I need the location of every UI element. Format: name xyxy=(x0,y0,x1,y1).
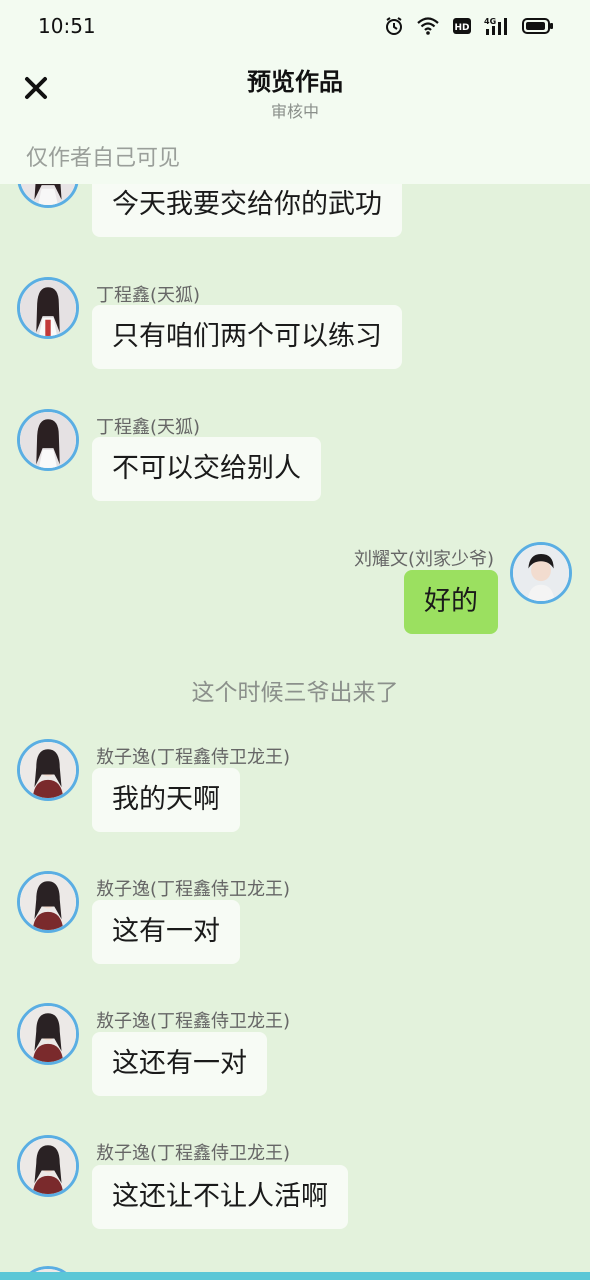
svg-text:4G: 4G xyxy=(484,17,496,26)
sender-name: 敖子逸(丁程鑫侍卫龙王) xyxy=(96,879,291,900)
avatar[interactable] xyxy=(17,871,79,933)
battery-icon xyxy=(522,16,554,36)
avatar[interactable] xyxy=(17,277,79,339)
alarm-icon xyxy=(384,16,404,36)
sender-name: 敖子逸(丁程鑫侍卫龙王) xyxy=(96,747,291,768)
page-title: 预览作品 xyxy=(247,68,343,96)
bottom-strip xyxy=(0,1272,590,1280)
sender-name: 刘耀文(刘家少爷) xyxy=(353,549,494,570)
status-time: 10:51 xyxy=(38,14,96,38)
sender-name: 敖子逸(丁程鑫侍卫龙王) xyxy=(96,1143,291,1164)
message-bubble[interactable]: 不可以交给别人 xyxy=(92,437,321,501)
message-bubble[interactable]: 我的天啊 xyxy=(92,768,240,832)
avatar[interactable] xyxy=(17,409,79,471)
message-bubble[interactable]: 这还让不让人活啊 xyxy=(92,1165,348,1229)
message-bubble[interactable]: 好的 xyxy=(404,570,498,634)
review-status: 审核中 xyxy=(270,102,319,121)
status-bar: 10:51 HD 4G xyxy=(0,0,590,52)
sender-name: 丁程鑫(天狐) xyxy=(96,285,201,306)
avatar[interactable] xyxy=(17,1003,79,1065)
svg-text:HD: HD xyxy=(454,23,469,33)
avatar[interactable] xyxy=(17,1135,79,1197)
sender-name: 丁程鑫(天狐) xyxy=(96,417,201,438)
chat-area: 今天我要交给你的武功 丁程鑫(天狐) 只有咱们两个可以练习 丁程鑫(天狐) 不可… xyxy=(0,0,590,1280)
top-app-bar: 预览作品 审核中 仅作者自己可见 xyxy=(0,52,590,184)
wifi-icon xyxy=(416,16,440,36)
message-bubble[interactable]: 这有一对 xyxy=(92,900,240,964)
signal-4g-icon: 4G xyxy=(484,16,510,36)
message-bubble[interactable]: 只有咱们两个可以练习 xyxy=(92,305,402,369)
visibility-note: 仅作者自己可见 xyxy=(26,146,181,171)
avatar[interactable] xyxy=(17,739,79,801)
avatar[interactable] xyxy=(510,542,572,604)
sender-name: 敖子逸(丁程鑫侍卫龙王) xyxy=(96,1011,291,1032)
narration-text: 这个时候三爷出来了 xyxy=(191,680,399,706)
hd-icon: HD xyxy=(452,16,472,36)
message-bubble[interactable]: 这还有一对 xyxy=(92,1032,267,1096)
